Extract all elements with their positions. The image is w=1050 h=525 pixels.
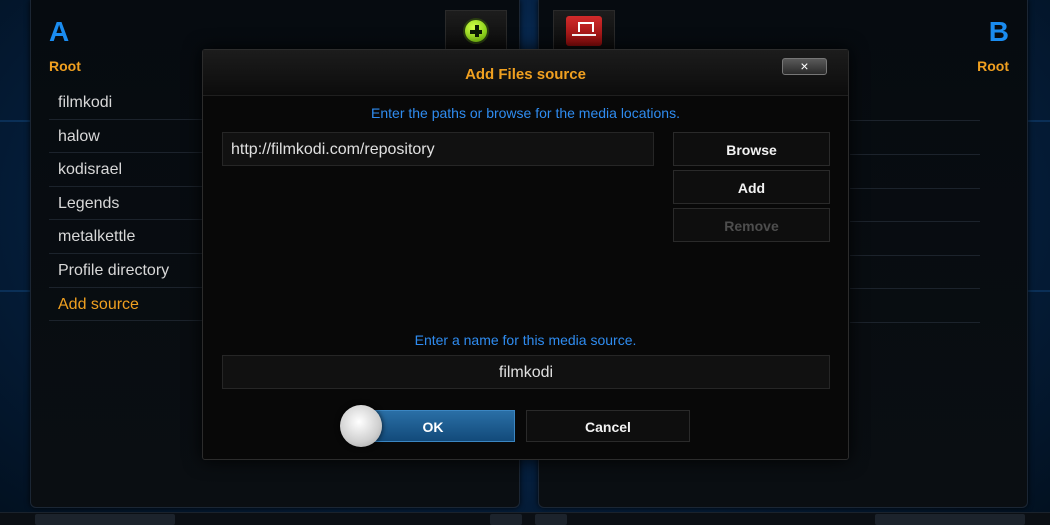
add-source-dialog: Add Files source × Enter the paths or br… — [202, 49, 849, 460]
bottom-button[interactable] — [535, 514, 567, 525]
network-icon — [566, 16, 602, 46]
dialog-title-bar: Add Files source × — [203, 50, 848, 96]
list-divider — [850, 221, 980, 222]
scrollbar[interactable] — [875, 514, 1025, 525]
close-icon: × — [800, 58, 809, 74]
focus-knob — [340, 405, 382, 447]
list-divider — [850, 120, 980, 121]
panel-a-path: Root — [49, 58, 81, 74]
source-name-field[interactable]: filmkodi — [222, 355, 830, 389]
panel-a-letter: A — [49, 16, 70, 47]
cancel-button[interactable]: Cancel — [526, 410, 690, 442]
add-circle-icon — [463, 18, 489, 44]
list-divider — [850, 322, 980, 323]
scrollbar[interactable] — [35, 514, 175, 525]
dialog-title: Add Files source — [465, 66, 586, 83]
list-divider — [850, 188, 980, 189]
panel-b-path: Root — [977, 58, 1009, 74]
name-hint: Enter a name for this media source. — [414, 332, 637, 348]
path-hint: Enter the paths or browse for the media … — [371, 105, 680, 121]
list-divider — [850, 255, 980, 256]
panel-b-letter: B — [988, 16, 1009, 47]
network-button[interactable] — [553, 10, 615, 52]
browse-button[interactable]: Browse — [673, 132, 830, 166]
list-divider — [850, 288, 980, 289]
bottom-button[interactable] — [490, 514, 522, 525]
add-source-button[interactable] — [445, 10, 507, 52]
close-button[interactable]: × — [782, 58, 827, 75]
remove-button[interactable]: Remove — [673, 208, 830, 242]
list-divider — [850, 154, 980, 155]
add-button[interactable]: Add — [673, 170, 830, 204]
path-field[interactable]: http://filmkodi.com/repository — [222, 132, 654, 166]
